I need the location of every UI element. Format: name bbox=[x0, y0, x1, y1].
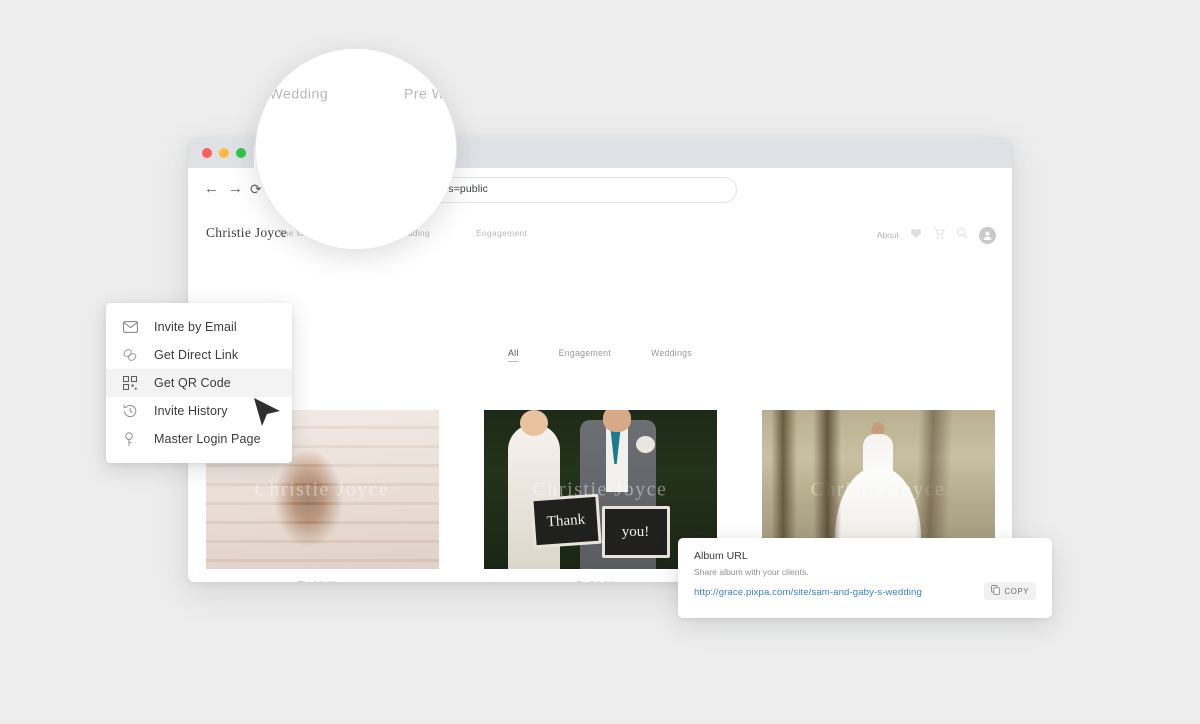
magnifier-lens: Grace - Client Albums ✕ + ← → ⟳ https:/g… bbox=[255, 48, 457, 250]
copy-button-label: COPY bbox=[1004, 586, 1029, 596]
menu-item-get-direct-link[interactable]: Get Direct Link bbox=[106, 341, 292, 369]
clock-history-icon bbox=[122, 403, 138, 419]
panel-title: Album URL bbox=[694, 550, 748, 562]
site-header-tools: About bbox=[877, 226, 996, 244]
chalkboard-left: Thank bbox=[529, 493, 602, 549]
chalkboard-right: you! bbox=[601, 506, 670, 558]
menu-item-label: Invite History bbox=[154, 404, 228, 418]
album-url-panel: Album URL Share album with your clients.… bbox=[678, 538, 1052, 618]
arrow-left-icon[interactable]: ← bbox=[204, 181, 219, 197]
site-nav-item-about[interactable]: About bbox=[877, 230, 899, 240]
heart-icon[interactable] bbox=[910, 226, 922, 244]
window-traffic-lights bbox=[202, 148, 246, 158]
menu-item-label: Master Login Page bbox=[154, 432, 261, 446]
close-window-button[interactable] bbox=[202, 148, 212, 158]
watermark-text: Christie Joyce bbox=[810, 478, 946, 500]
magnifier-content: Grace - Client Albums ✕ + ← → ⟳ https:/g… bbox=[256, 49, 456, 249]
album-url-link[interactable]: http://grace.pixpa.com/site/sam-and-gaby… bbox=[694, 587, 922, 598]
share-context-menu: Invite by Email Get Direct Link Get QR C… bbox=[106, 303, 292, 463]
album-title: The Wedding bbox=[206, 580, 439, 582]
gallery-filter-tabs: All Engagement Weddings bbox=[188, 348, 1012, 362]
magnified-page-background bbox=[256, 49, 456, 249]
link-icon bbox=[122, 347, 138, 363]
search-icon[interactable] bbox=[956, 226, 968, 244]
filter-tab-engagement[interactable]: Engagement bbox=[559, 348, 611, 362]
qr-code-icon bbox=[122, 375, 138, 391]
magnified-site-nav: The Wedding Pre Wedding bbox=[256, 85, 456, 102]
menu-item-invite-by-email[interactable]: Invite by Email bbox=[106, 313, 292, 341]
envelope-icon bbox=[122, 319, 138, 335]
filter-tab-all[interactable]: All bbox=[508, 348, 519, 362]
menu-item-get-qr-code[interactable]: Get QR Code bbox=[106, 369, 292, 397]
key-icon bbox=[122, 431, 138, 447]
minimize-window-button[interactable] bbox=[219, 148, 229, 158]
copy-button[interactable]: COPY bbox=[983, 582, 1036, 600]
menu-item-label: Get QR Code bbox=[154, 376, 231, 390]
panel-subtitle: Share album with your clients. bbox=[694, 567, 809, 577]
album-caption: The Wedding Weddings bbox=[206, 569, 439, 582]
mouse-cursor bbox=[253, 396, 283, 428]
copy-icon bbox=[990, 582, 1000, 600]
site-nav-item-engagement[interactable]: Engagement bbox=[476, 228, 527, 238]
website-content: Christie Joyce The Wedding Pre Wedding E… bbox=[188, 210, 1012, 582]
cart-icon[interactable] bbox=[933, 226, 945, 244]
watermark-text: Christie Joyce bbox=[254, 478, 390, 500]
magnified-nav-the-wedding: The Wedding bbox=[256, 85, 329, 102]
filter-tab-weddings[interactable]: Weddings bbox=[651, 348, 692, 362]
arrow-right-icon[interactable]: → bbox=[228, 181, 243, 197]
magnified-nav-pre-wedding: Pre Wedding bbox=[404, 85, 456, 102]
menu-item-master-login-page[interactable]: Master Login Page bbox=[106, 425, 292, 453]
menu-item-label: Invite by Email bbox=[154, 320, 237, 334]
account-avatar[interactable] bbox=[979, 226, 996, 244]
menu-item-label: Get Direct Link bbox=[154, 348, 239, 362]
maximize-window-button[interactable] bbox=[236, 148, 246, 158]
